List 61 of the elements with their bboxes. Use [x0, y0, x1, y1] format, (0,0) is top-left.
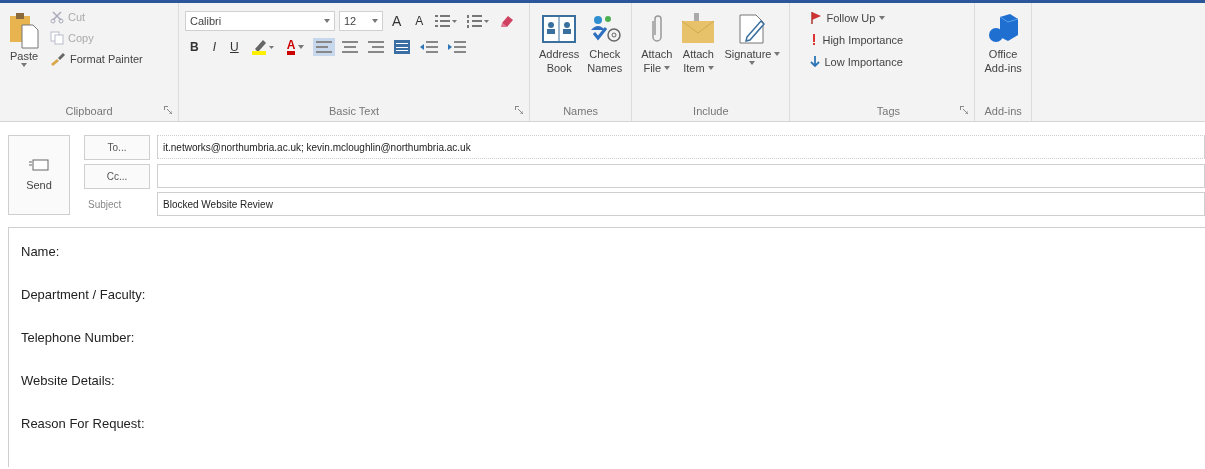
to-button[interactable]: To...: [84, 135, 150, 160]
group-label: Tags: [876, 105, 901, 117]
caret-icon: [749, 61, 756, 65]
tag-command[interactable]: Follow Up: [808, 7, 906, 28]
brush-icon: [50, 52, 66, 66]
group-label: Include: [693, 105, 729, 117]
grow-font-button[interactable]: A: [387, 11, 407, 31]
signature-icon: [737, 13, 768, 45]
underline-button[interactable]: U: [225, 38, 244, 56]
ribbon-button[interactable]: Signature: [721, 7, 784, 69]
dialog-launcher-icon[interactable]: [164, 106, 172, 114]
caret-icon: [664, 66, 671, 70]
flag-icon: [810, 11, 823, 24]
caret-icon: [879, 15, 886, 20]
body-text[interactable]: Name:: [21, 244, 1205, 259]
tag-command[interactable]: High Importance: [808, 29, 906, 50]
group-label: Names: [563, 105, 598, 117]
caret-icon: [372, 19, 378, 23]
paste-icon: [9, 11, 39, 49]
caret-icon: [298, 45, 305, 49]
dialog-launcher-icon[interactable]: [960, 106, 969, 114]
tag-command[interactable]: Low Importance: [808, 51, 906, 72]
group-label: Basic Text: [329, 105, 379, 117]
caret-icon: [21, 63, 27, 67]
cc-button[interactable]: Cc...: [84, 163, 150, 189]
shrink-font-button[interactable]: A: [410, 12, 429, 30]
send-button[interactable]: Send: [8, 135, 70, 215]
body-text[interactable]: Reason For Request:: [21, 416, 1205, 431]
address-book-icon: [542, 14, 577, 44]
caret-icon: [707, 66, 714, 70]
ribbon-button[interactable]: Attach File: [638, 7, 676, 79]
body-text[interactable]: Website Details:: [21, 373, 1205, 388]
group-label: Clipboard: [65, 105, 113, 117]
font-color-button[interactable]: A: [281, 37, 310, 57]
caret-icon: [774, 52, 781, 56]
ribbon-button[interactable]: Address Book: [536, 7, 583, 79]
body-text[interactable]: Telephone Number:: [21, 330, 1205, 345]
bold-button[interactable]: B: [185, 38, 204, 56]
font-size-box[interactable]: 12: [339, 11, 383, 31]
caret-icon: [324, 19, 330, 23]
font-name-box[interactable]: Calibri: [185, 11, 335, 31]
to-field[interactable]: it.networks@northumbria.ac.uk; kevin.mcloughlin@northumbria.ac.uk: [157, 135, 1205, 159]
group-label: Add-ins: [984, 105, 1022, 117]
scissors-icon: [50, 10, 64, 24]
envelope-icon: [680, 13, 717, 45]
ribbon-button[interactable]: Attach Item: [677, 7, 720, 79]
down-arrow-icon: [810, 55, 821, 68]
align-left-icon[interactable]: [313, 38, 336, 56]
subject-label: Subject: [87, 198, 123, 213]
clipboard-command[interactable]: Format Painter: [48, 49, 145, 69]
ribbon-button[interactable]: Office Add-ins: [981, 7, 1025, 79]
ribbon-button[interactable]: Check Names: [584, 7, 626, 79]
envelope-icon: [29, 159, 49, 171]
cubes-icon: [986, 13, 1021, 45]
dialog-launcher-icon[interactable]: [515, 106, 523, 114]
body-text[interactable]: Department / Faculty:: [21, 287, 1205, 302]
italic-button[interactable]: I: [207, 38, 221, 56]
subject-field[interactable]: Blocked Website Review: [157, 192, 1205, 217]
cc-field[interactable]: [157, 163, 1205, 188]
paste-button[interactable]: Paste: [6, 7, 42, 71]
copy-icon: [50, 31, 64, 45]
